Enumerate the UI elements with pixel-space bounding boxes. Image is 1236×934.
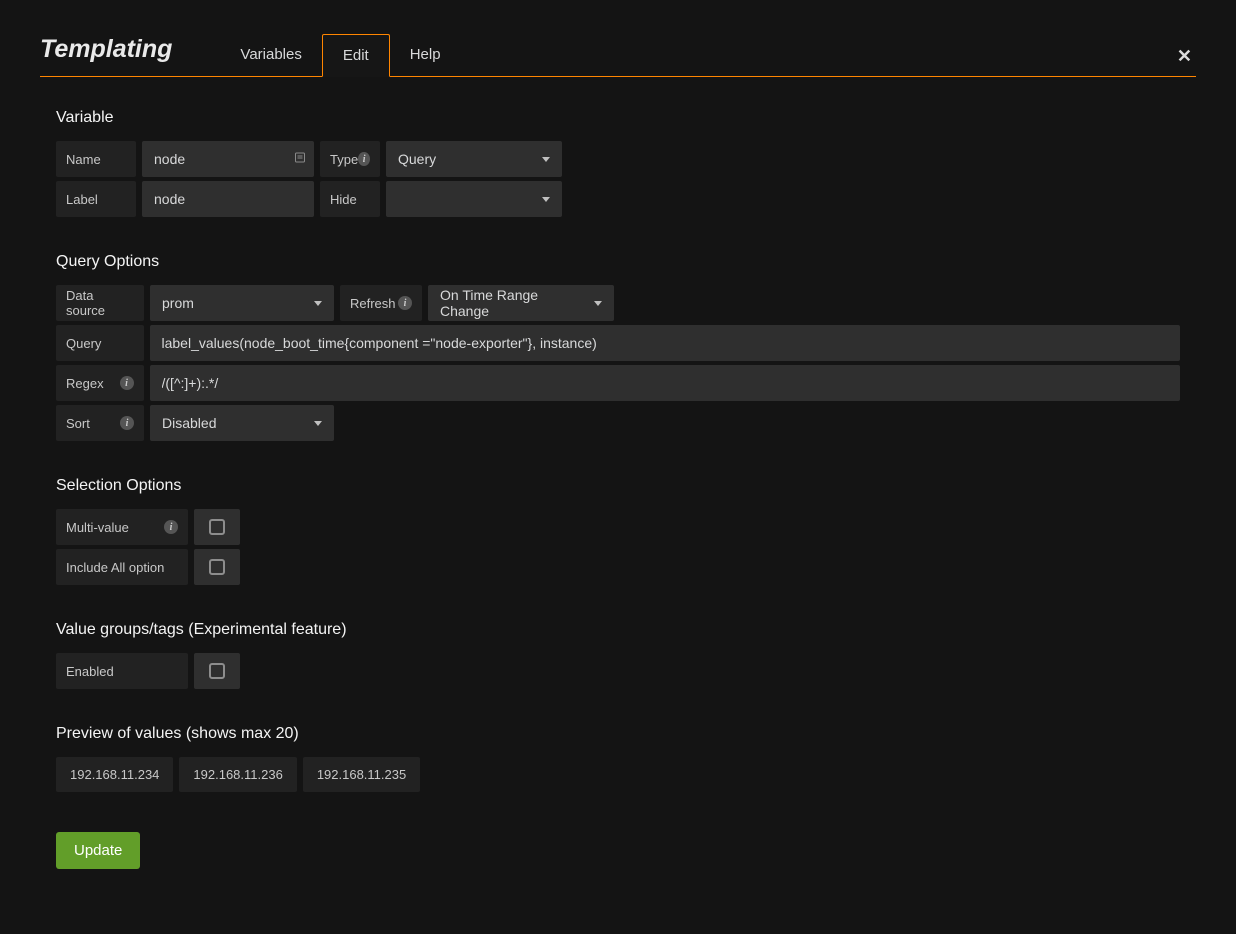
preview-values: 192.168.11.234 192.168.11.236 192.168.11… bbox=[56, 757, 1180, 792]
include-all-label: Include All option bbox=[56, 549, 188, 585]
tags-enabled-checkbox[interactable] bbox=[194, 653, 240, 689]
info-icon: i bbox=[398, 296, 412, 310]
data-source-select[interactable]: prom bbox=[150, 285, 334, 321]
section-heading-preview: Preview of values (shows max 20) bbox=[56, 725, 1180, 743]
row-regex: Regex i bbox=[56, 365, 1180, 401]
info-icon: i bbox=[120, 376, 134, 390]
section-heading-tags: Value groups/tags (Experimental feature) bbox=[56, 621, 1180, 639]
update-button[interactable]: Update bbox=[56, 832, 140, 869]
query-label: Query bbox=[56, 325, 144, 361]
row-name-type: Name Type i Query bbox=[56, 141, 1180, 177]
label-label: Label bbox=[56, 181, 136, 217]
chevron-down-icon bbox=[594, 301, 602, 306]
tags-enabled-label: Enabled bbox=[56, 653, 188, 689]
preview-value: 192.168.11.236 bbox=[179, 757, 296, 792]
sort-label: Sort i bbox=[56, 405, 144, 441]
chevron-down-icon bbox=[314, 421, 322, 426]
include-all-checkbox[interactable] bbox=[194, 549, 240, 585]
regex-input[interactable] bbox=[150, 365, 1181, 401]
multi-value-label: Multi-value i bbox=[56, 509, 188, 545]
refresh-select[interactable]: On Time Range Change bbox=[428, 285, 614, 321]
section-heading-selection: Selection Options bbox=[56, 477, 1180, 495]
chevron-down-icon bbox=[542, 197, 550, 202]
info-icon: i bbox=[164, 520, 178, 534]
chevron-down-icon bbox=[542, 157, 550, 162]
section-heading-query: Query Options bbox=[56, 253, 1180, 271]
row-sort: Sort i Disabled bbox=[56, 405, 1180, 441]
regex-label: Regex i bbox=[56, 365, 144, 401]
page-title: Templating bbox=[40, 35, 172, 76]
data-source-label: Data source bbox=[56, 285, 144, 321]
templating-editor: Templating Variables Edit Help ✕ Variabl… bbox=[0, 0, 1236, 869]
label-input[interactable] bbox=[142, 181, 314, 217]
row-datasource-refresh: Data source prom Refresh i On Time Range… bbox=[56, 285, 1180, 321]
preview-value: 192.168.11.234 bbox=[56, 757, 173, 792]
refresh-label: Refresh i bbox=[340, 285, 422, 321]
type-select[interactable]: Query bbox=[386, 141, 562, 177]
name-input[interactable] bbox=[142, 141, 314, 177]
close-icon[interactable]: ✕ bbox=[1177, 46, 1192, 67]
info-icon: i bbox=[120, 416, 134, 430]
tab-variables[interactable]: Variables bbox=[220, 34, 321, 76]
hide-select[interactable] bbox=[386, 181, 562, 217]
sort-select[interactable]: Disabled bbox=[150, 405, 334, 441]
content: Variable Name Type i Query Label Hid bbox=[40, 77, 1196, 869]
row-tags-enabled: Enabled bbox=[56, 653, 1180, 689]
chevron-down-icon bbox=[314, 301, 322, 306]
name-label: Name bbox=[56, 141, 136, 177]
info-icon: i bbox=[358, 152, 370, 166]
row-label-hide: Label Hide bbox=[56, 181, 1180, 217]
tab-edit[interactable]: Edit bbox=[322, 34, 390, 77]
type-label: Type i bbox=[320, 141, 380, 177]
multi-value-checkbox[interactable] bbox=[194, 509, 240, 545]
section-heading-variable: Variable bbox=[56, 109, 1180, 127]
preview-value: 192.168.11.235 bbox=[303, 757, 420, 792]
row-include-all: Include All option bbox=[56, 549, 1180, 585]
hide-label: Hide bbox=[320, 181, 380, 217]
header-bar: Templating Variables Edit Help ✕ bbox=[40, 34, 1196, 77]
row-query: Query bbox=[56, 325, 1180, 361]
tabs: Variables Edit Help bbox=[220, 34, 460, 76]
query-input[interactable] bbox=[150, 325, 1181, 361]
row-multi-value: Multi-value i bbox=[56, 509, 1180, 545]
tab-help[interactable]: Help bbox=[390, 34, 461, 76]
